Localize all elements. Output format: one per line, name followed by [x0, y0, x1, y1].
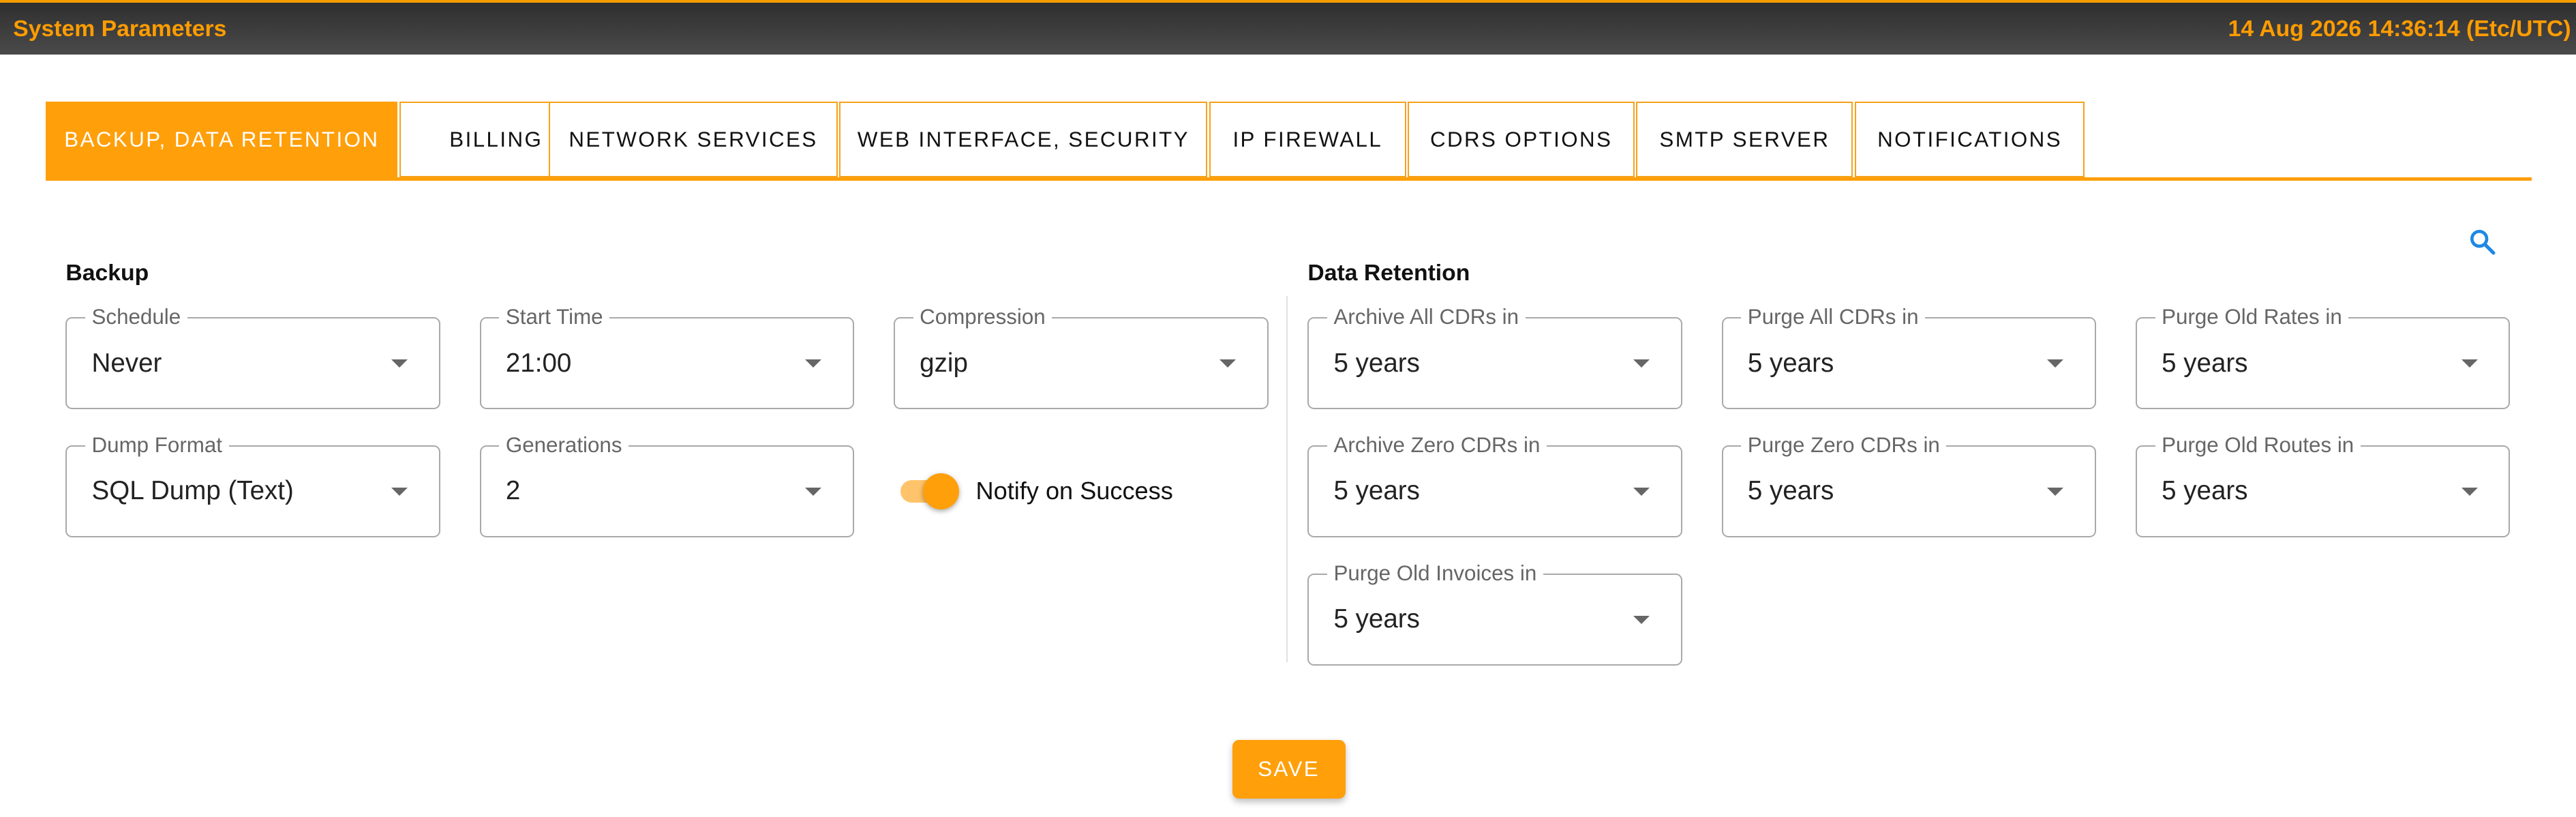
purge-all-cdrs-select[interactable]: Purge All CDRs in 5 years [1721, 305, 2097, 410]
tab-label: NETWORK SERVICES [569, 127, 818, 151]
tab-label: NOTIFICATIONS [1877, 127, 2063, 151]
purge-old-routes-select[interactable]: Purge Old Routes in 5 years [2136, 433, 2511, 538]
purge-zero-cdrs-label: Purge Zero CDRs in [1741, 433, 1947, 457]
backup-section-title: Backup [65, 259, 149, 286]
retention-section-title: Data Retention [1307, 259, 1470, 286]
archive-zero-cdrs-select[interactable]: Archive Zero CDRs in 5 years [1307, 433, 1682, 538]
page-title: System Parameters [13, 16, 227, 42]
compression-value: gzip [920, 348, 968, 378]
archive-all-cdrs-select[interactable]: Archive All CDRs in 5 years [1307, 305, 1682, 410]
app-header: System Parameters 14 Aug 2026 14:36:14 (… [0, 0, 2576, 55]
chevron-down-icon [1633, 359, 1650, 368]
purge-old-invoices-select[interactable]: Purge Old Invoices in 5 years [1307, 561, 1682, 666]
generations-select[interactable]: Generations 2 [479, 433, 855, 538]
schedule-select[interactable]: Schedule Never [65, 305, 440, 410]
archive-all-cdrs-label: Archive All CDRs in [1327, 305, 1526, 329]
chevron-down-icon [2047, 488, 2064, 496]
purge-zero-cdrs-select[interactable]: Purge Zero CDRs in 5 years [1721, 433, 2097, 538]
tab-web-interface-security[interactable]: WEB INTERFACE, SECURITY [839, 102, 1208, 178]
chevron-down-icon [391, 359, 408, 368]
tab-notifications[interactable]: NOTIFICATIONS [1854, 102, 2085, 178]
dump-format-value: SQL Dump (Text) [91, 476, 294, 506]
purge-all-cdrs-label: Purge All CDRs in [1741, 305, 1926, 329]
start-time-select[interactable]: Start Time 21:00 [479, 305, 855, 410]
schedule-label: Schedule [85, 305, 187, 329]
start-time-value: 21:00 [505, 348, 572, 378]
dump-format-select[interactable]: Dump Format SQL Dump (Text) [65, 433, 440, 538]
purge-old-invoices-label: Purge Old Invoices in [1327, 561, 1543, 585]
chevron-down-icon [805, 359, 822, 368]
notify-on-success-toggle[interactable] [897, 473, 963, 510]
chevron-down-icon [2461, 488, 2478, 496]
purge-old-rates-select[interactable]: Purge Old Rates in 5 years [2136, 305, 2511, 410]
dump-format-label: Dump Format [85, 433, 229, 457]
tab-label: BACKUP, DATA RETENTION [64, 127, 380, 151]
purge-old-routes-label: Purge Old Routes in [2155, 433, 2361, 457]
tab-label: IP FIREWALL [1232, 127, 1383, 151]
tab-smtp-server[interactable]: SMTP SERVER [1636, 102, 1853, 178]
tab-label: WEB INTERFACE, SECURITY [857, 127, 1189, 151]
tab-label: BILLING [449, 127, 543, 151]
purge-old-rates-label: Purge Old Rates in [2155, 305, 2349, 329]
chevron-down-icon [391, 488, 408, 496]
archive-zero-cdrs-value: 5 years [1333, 476, 1420, 506]
chevron-down-icon [2047, 359, 2064, 368]
generations-label: Generations [499, 433, 629, 457]
tab-underline [46, 177, 2532, 181]
purge-all-cdrs-value: 5 years [1747, 348, 1834, 378]
toggle-thumb [923, 473, 960, 510]
section-divider [1286, 295, 1288, 663]
tab-cdrs-options[interactable]: CDRS OPTIONS [1408, 102, 1635, 178]
start-time-label: Start Time [499, 305, 610, 329]
notify-on-success-label: Notify on Success [975, 476, 1173, 505]
tab-backup-data-retention[interactable]: BACKUP, DATA RETENTION [46, 102, 398, 178]
compression-select[interactable]: Compression gzip [894, 305, 1269, 410]
compression-label: Compression [913, 305, 1052, 329]
purge-old-routes-value: 5 years [2162, 476, 2248, 506]
tab-label: SMTP SERVER [1659, 127, 1830, 151]
chevron-down-icon [805, 488, 822, 496]
schedule-value: Never [91, 348, 162, 378]
archive-all-cdrs-value: 5 years [1333, 348, 1420, 378]
purge-old-rates-value: 5 years [2162, 348, 2248, 378]
archive-zero-cdrs-label: Archive Zero CDRs in [1327, 433, 1547, 457]
chevron-down-icon [2461, 359, 2478, 368]
save-button[interactable]: SAVE [1232, 739, 1346, 799]
chevron-down-icon [1219, 359, 1236, 368]
tab-ip-firewall[interactable]: IP FIREWALL [1209, 102, 1406, 178]
header-clock: 14 Aug 2026 14:36:14 (Etc/UTC) [2228, 16, 2571, 42]
purge-zero-cdrs-value: 5 years [1747, 476, 1834, 506]
chevron-down-icon [1633, 616, 1650, 625]
chevron-down-icon [1633, 488, 1650, 496]
generations-value: 2 [505, 476, 521, 506]
tab-label: CDRS OPTIONS [1429, 127, 1613, 151]
search-icon[interactable] [2468, 227, 2497, 256]
tab-network-services[interactable]: NETWORK SERVICES [548, 102, 838, 178]
purge-old-invoices-value: 5 years [1333, 604, 1420, 634]
